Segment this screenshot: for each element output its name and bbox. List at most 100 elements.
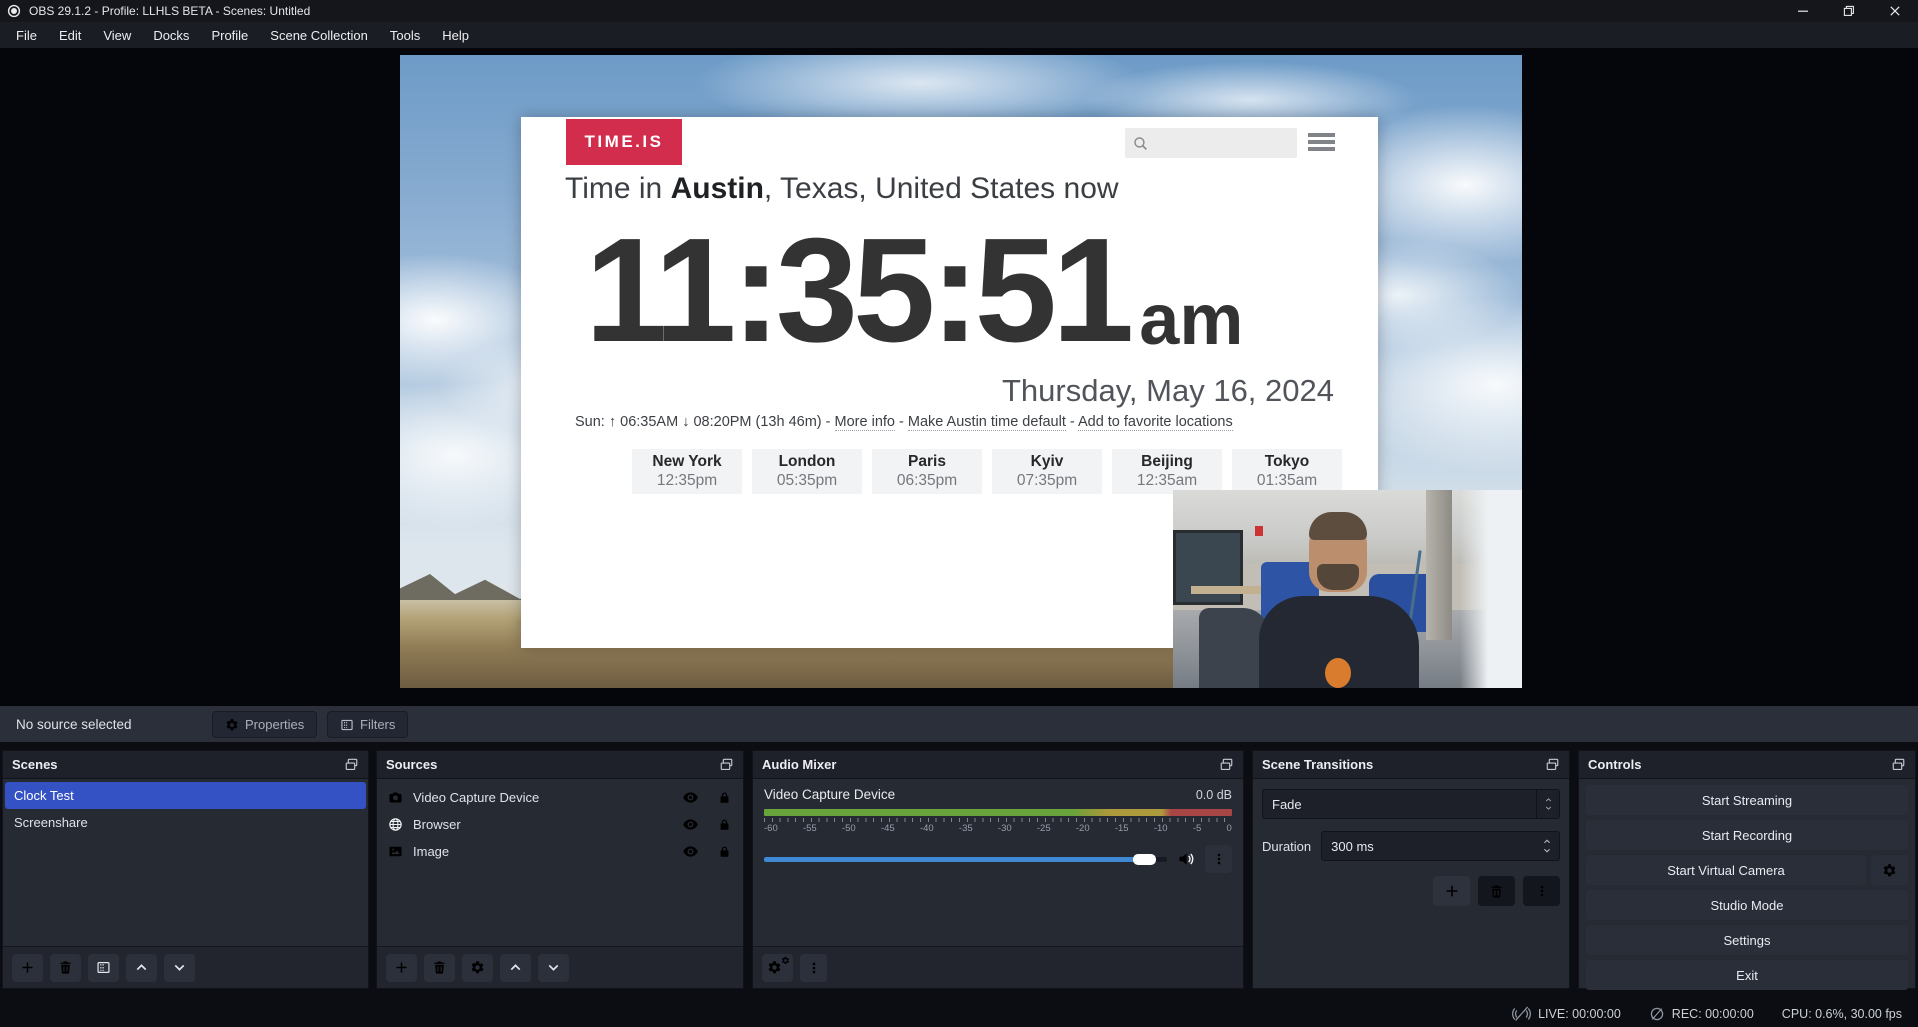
add-transition-button[interactable] <box>1433 876 1470 906</box>
studio-mode-button[interactable]: Studio Mode <box>1586 890 1908 920</box>
clock-time: 11:35:51 <box>585 235 1129 347</box>
heading-suffix: , Texas, United States now <box>764 172 1119 205</box>
add-source-button[interactable] <box>386 954 417 982</box>
kebab-icon <box>1535 884 1549 898</box>
move-scene-down-button[interactable] <box>164 954 195 982</box>
transition-select-arrows[interactable] <box>1536 790 1559 818</box>
more-info-link: More info <box>835 414 895 431</box>
lock-icon[interactable] <box>717 817 732 832</box>
menu-scene-collection[interactable]: Scene Collection <box>259 22 379 48</box>
timeis-logo: TIME.IS <box>566 119 682 165</box>
cpu-fps-status: CPU: 0.6%, 30.00 fps <box>1782 1007 1902 1021</box>
chevron-up-icon <box>508 960 523 975</box>
scene-item-screenshare[interactable]: Screenshare <box>5 809 366 836</box>
rec-status: REC: 00:00:00 <box>1649 1006 1754 1022</box>
filters-button[interactable]: Filters <box>327 711 408 738</box>
lock-icon[interactable] <box>717 844 732 859</box>
move-scene-up-button[interactable] <box>126 954 157 982</box>
popout-icon[interactable] <box>1891 757 1906 772</box>
remove-transition-button[interactable] <box>1478 876 1515 906</box>
lock-icon[interactable] <box>717 790 732 805</box>
exit-button[interactable]: Exit <box>1586 960 1908 990</box>
mixer-panel-header: Audio Mixer <box>753 751 1243 779</box>
menu-view[interactable]: View <box>92 22 142 48</box>
timeis-city-row: New York12:35pm London05:35pm Paris06:35… <box>632 449 1342 494</box>
restore-button[interactable] <box>1826 0 1872 22</box>
volume-slider[interactable] <box>764 857 1167 862</box>
source-properties-button[interactable] <box>462 954 493 982</box>
menu-help[interactable]: Help <box>431 22 480 48</box>
audio-mixer-panel: Audio Mixer Video Capture Device 0.0 dB … <box>752 750 1244 989</box>
person-beard <box>1317 564 1359 590</box>
scene-item-clock-test[interactable]: Clock Test <box>5 782 366 809</box>
webcam-source-overlay <box>1173 490 1522 688</box>
menu-tools[interactable]: Tools <box>379 22 431 48</box>
properties-button[interactable]: Properties <box>212 711 317 738</box>
remove-source-button[interactable] <box>424 954 455 982</box>
menu-docks[interactable]: Docks <box>142 22 200 48</box>
menu-edit[interactable]: Edit <box>48 22 92 48</box>
remove-scene-button[interactable] <box>50 954 81 982</box>
duration-spinbox[interactable]: 300 ms <box>1321 831 1560 861</box>
chevron-up-icon <box>134 960 149 975</box>
scene-canvas[interactable]: TIME.IS Time in Austin, Texas, United St… <box>400 55 1522 688</box>
heading-prefix: Time in <box>565 172 671 205</box>
city-card: Tokyo01:35am <box>1232 449 1342 494</box>
source-label: Browser <box>413 817 461 832</box>
menu-profile[interactable]: Profile <box>200 22 259 48</box>
clock-meridiem: am <box>1139 294 1243 347</box>
tick-label: 0 <box>1227 823 1232 834</box>
source-row-browser[interactable]: Browser <box>377 811 743 838</box>
popout-icon[interactable] <box>719 757 734 772</box>
minimize-button[interactable] <box>1780 0 1826 22</box>
stream-inactive-icon <box>1512 1005 1531 1022</box>
duration-spin-arrows[interactable] <box>1541 837 1553 855</box>
concrete-pillar <box>1426 490 1452 640</box>
titlebar: OBS 29.1.2 - Profile: LLHLS BETA - Scene… <box>0 0 1918 22</box>
start-virtual-camera-button[interactable]: Start Virtual Camera <box>1586 855 1866 885</box>
controls-body: Start Streaming Start Recording Start Vi… <box>1579 779 1915 1001</box>
start-recording-button[interactable]: Start Recording <box>1586 820 1908 850</box>
mixer-menu-button[interactable] <box>800 954 827 982</box>
scenes-title: Scenes <box>12 757 58 772</box>
add-scene-button[interactable] <box>12 954 43 982</box>
settings-button[interactable]: Settings <box>1586 925 1908 955</box>
visibility-eye-icon[interactable] <box>682 843 699 860</box>
virtual-camera-row: Start Virtual Camera <box>1586 855 1908 885</box>
transition-select[interactable]: Fade <box>1262 789 1560 819</box>
tick-label: -30 <box>998 823 1012 834</box>
visibility-eye-icon[interactable] <box>682 789 699 806</box>
chevron-up-icon <box>1543 796 1554 804</box>
transition-menu-button[interactable] <box>1523 876 1560 906</box>
city-card: New York12:35pm <box>632 449 742 494</box>
menu-file[interactable]: File <box>5 22 48 48</box>
search-icon <box>1132 135 1149 152</box>
city-name: Beijing <box>1112 453 1222 471</box>
filter-icon <box>340 718 354 732</box>
visibility-eye-icon[interactable] <box>682 816 699 833</box>
popout-icon[interactable] <box>1219 757 1234 772</box>
advanced-audio-button[interactable] <box>762 954 793 982</box>
volume-slider-handle[interactable] <box>1133 854 1156 865</box>
source-row-video-capture[interactable]: Video Capture Device <box>377 784 743 811</box>
meter-tick-marks <box>764 818 1232 822</box>
move-source-down-button[interactable] <box>538 954 569 982</box>
city-time: 07:35pm <box>992 472 1102 490</box>
source-toolbar: No source selected Properties Filters <box>0 706 1918 742</box>
virtual-camera-config-button[interactable] <box>1871 855 1908 885</box>
mixer-channel-menu-button[interactable] <box>1205 845 1232 873</box>
move-source-up-button[interactable] <box>500 954 531 982</box>
start-streaming-button[interactable]: Start Streaming <box>1586 785 1908 815</box>
scenes-toolbar <box>3 946 368 988</box>
popout-icon[interactable] <box>1545 757 1560 772</box>
duration-label: Duration <box>1262 839 1311 854</box>
close-button[interactable] <box>1872 0 1918 22</box>
scene-filters-button[interactable] <box>88 954 119 982</box>
speaker-icon[interactable] <box>1177 850 1195 868</box>
mixer-channel-header: Video Capture Device 0.0 dB <box>764 787 1232 802</box>
source-row-image[interactable]: Image <box>377 838 743 865</box>
city-time: 12:35am <box>1112 472 1222 490</box>
popout-icon[interactable] <box>344 757 359 772</box>
kebab-icon <box>807 961 821 975</box>
timeis-heading: Time in Austin, Texas, United States now <box>565 172 1119 206</box>
